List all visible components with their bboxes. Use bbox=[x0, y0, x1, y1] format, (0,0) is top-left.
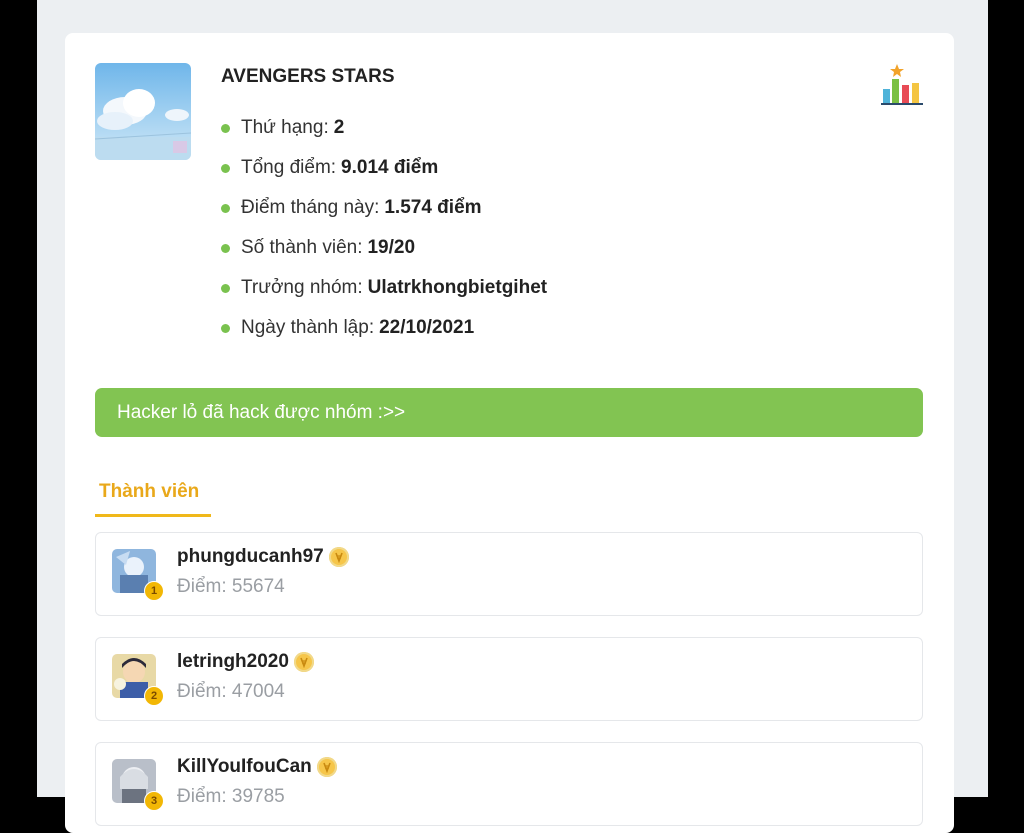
member-name[interactable]: letringh2020 bbox=[177, 651, 314, 673]
info-leader: Trưởng nhóm: Ulatrkhongbietgihet bbox=[221, 266, 547, 310]
info-value[interactable]: Ulatrkhongbietgihet bbox=[368, 277, 547, 299]
info-founded-date: Ngày thành lập: 22/10/2021 bbox=[221, 306, 547, 350]
member-row[interactable]: 1 phungducanh97 Điểm: 55674 bbox=[95, 532, 923, 616]
member-score: Điểm: 39785 bbox=[177, 786, 285, 807]
group-info-list: Thứ hạng: 2 Tổng điểm: 9.014 điểm Điểm t… bbox=[221, 110, 547, 350]
member-row[interactable]: 2 letringh2020 Điểm: 47004 bbox=[95, 637, 923, 721]
info-member-count: Số thành viên: 19/20 bbox=[221, 226, 547, 270]
medal-icon bbox=[293, 652, 314, 672]
bullet-icon bbox=[221, 163, 230, 173]
group-card: AVENGERS STARS Thứ hạng: 2 Tổng điểm: 9.… bbox=[65, 33, 954, 833]
member-score: Điểm: 55674 bbox=[177, 576, 285, 597]
medal-icon bbox=[328, 547, 349, 567]
member-name-text[interactable]: phungducanh97 bbox=[177, 546, 324, 568]
member-row[interactable]: 3 KillYouIfouCan Điểm: 39785 bbox=[95, 742, 923, 826]
announcement-banner: Hacker lỏ đã hack được nhóm :>> bbox=[95, 388, 923, 437]
member-name-text[interactable]: KillYouIfouCan bbox=[177, 756, 312, 778]
info-value: 2 bbox=[333, 117, 345, 138]
medal-icon bbox=[316, 757, 337, 777]
rank-badge: 3 bbox=[144, 791, 164, 811]
info-rank: Thứ hạng: 2 bbox=[221, 106, 547, 150]
info-value: 19/20 bbox=[367, 237, 416, 258]
info-value: 22/10/2021 bbox=[379, 317, 475, 338]
bullet-icon bbox=[221, 323, 230, 333]
rank-badge: 1 bbox=[144, 581, 164, 601]
info-label: Trưởng nhóm: bbox=[241, 277, 363, 298]
bullet-icon bbox=[221, 283, 230, 293]
info-label: Ngày thành lập: bbox=[241, 317, 375, 338]
info-value: 9.014 điểm bbox=[341, 157, 439, 178]
tab-members[interactable]: Thành viên bbox=[95, 478, 211, 517]
bullet-icon bbox=[221, 243, 230, 253]
info-month-points: Điểm tháng này: 1.574 điểm bbox=[221, 186, 547, 230]
member-name[interactable]: KillYouIfouCan bbox=[177, 756, 337, 778]
info-label: Điểm tháng này: bbox=[241, 197, 380, 218]
info-label: Số thành viên: bbox=[241, 237, 363, 258]
group-name: AVENGERS STARS bbox=[221, 66, 395, 87]
rank-badge: 2 bbox=[144, 686, 164, 706]
member-name-text[interactable]: letringh2020 bbox=[177, 651, 289, 673]
info-label: Tổng điểm: bbox=[241, 157, 337, 178]
info-value: 1.574 điểm bbox=[384, 197, 482, 218]
member-score: Điểm: 47004 bbox=[177, 681, 285, 702]
bar-chart-star-icon[interactable] bbox=[881, 63, 923, 107]
info-label: Thứ hạng: bbox=[241, 117, 329, 138]
group-avatar bbox=[95, 63, 191, 160]
bullet-icon bbox=[221, 203, 230, 213]
member-name[interactable]: phungducanh97 bbox=[177, 546, 349, 568]
info-total-points: Tổng điểm: 9.014 điểm bbox=[221, 146, 547, 190]
bullet-icon bbox=[221, 123, 230, 133]
